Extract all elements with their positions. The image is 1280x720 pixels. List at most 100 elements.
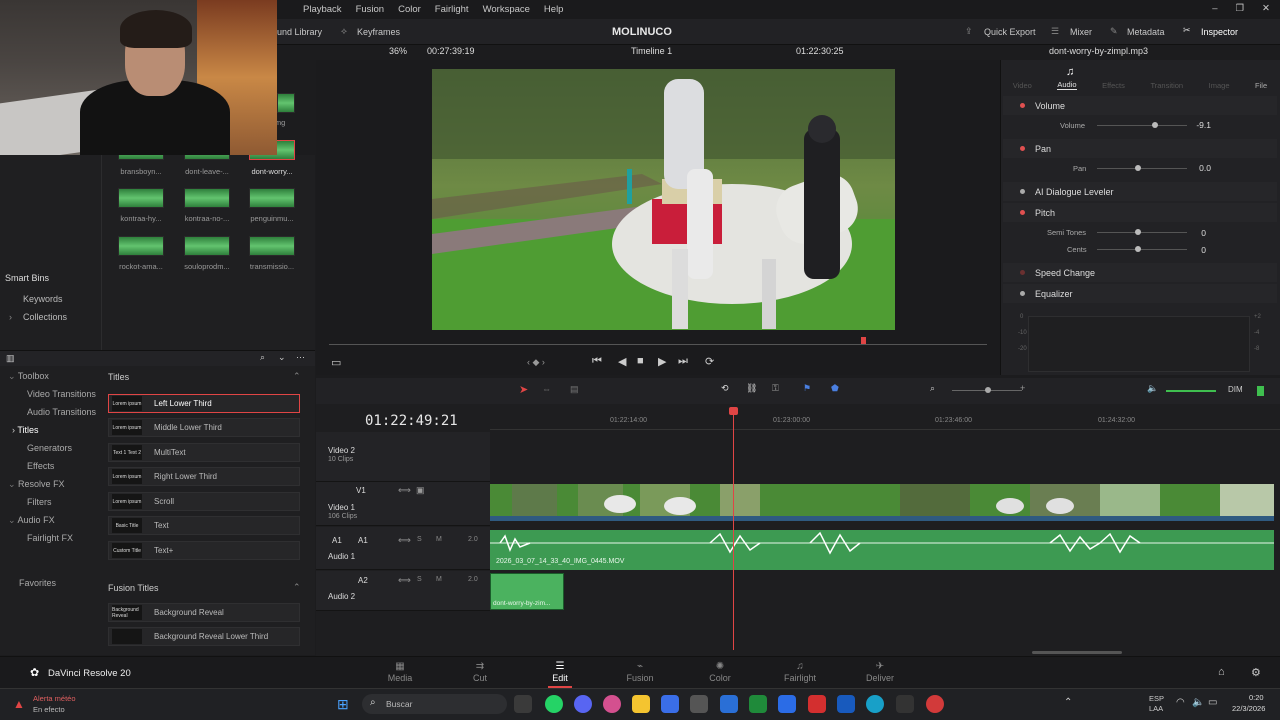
zoom-level[interactable]: 36% xyxy=(389,46,407,56)
menu-workspace[interactable]: Workspace xyxy=(483,4,530,15)
close-icon[interactable]: ✕ xyxy=(1262,3,1270,14)
keyframes-button[interactable]: Keyframes xyxy=(357,27,400,37)
outlook-icon[interactable] xyxy=(778,695,796,713)
chevron-down-icon[interactable]: ⌄ xyxy=(278,352,286,363)
more-icon[interactable]: ⋯ xyxy=(296,352,305,363)
tab-video[interactable]: Video xyxy=(1013,81,1032,90)
zoom-in-icon[interactable]: + xyxy=(1020,383,1025,393)
menu-color[interactable]: Color xyxy=(398,4,421,15)
pan-knob[interactable] xyxy=(1135,165,1141,171)
play-reverse-icon[interactable]: ◀ xyxy=(618,355,626,368)
volume-icon[interactable]: 🔈 xyxy=(1192,697,1204,708)
section-speed-change[interactable]: Speed Change xyxy=(1003,263,1277,282)
pinterest-icon[interactable] xyxy=(808,695,826,713)
discord-icon[interactable] xyxy=(574,695,592,713)
battery-icon[interactable]: ▭ xyxy=(1208,697,1217,708)
audio-clip-a2[interactable]: dont-worry-by-zim... xyxy=(490,573,564,610)
minimize-icon[interactable]: – xyxy=(1212,3,1217,14)
track-header-video1[interactable]: V1 ⟺ ▣ Video 1 106 Clips xyxy=(316,482,490,526)
section-pan[interactable]: Pan xyxy=(1003,139,1277,158)
track-header-audio1[interactable]: A1 A1 ⟺ S M 2.0 Audio 1 xyxy=(316,527,490,570)
playhead-handle[interactable] xyxy=(729,407,738,415)
tab-audio[interactable]: Audio xyxy=(1057,80,1077,90)
tab-file[interactable]: File xyxy=(1255,81,1267,90)
section-volume[interactable]: Volume xyxy=(1003,96,1277,115)
mute-button[interactable]: M xyxy=(436,576,442,583)
loop-icon[interactable]: ⟳ xyxy=(705,355,714,368)
chevron-up-icon[interactable]: ⌃ xyxy=(293,582,301,593)
jog-icon[interactable]: ‹ ◆ › xyxy=(527,357,545,368)
bin-thumb[interactable] xyxy=(249,188,295,208)
video-preview[interactable] xyxy=(432,69,895,330)
effects-tree-item[interactable]: Generators xyxy=(27,443,72,453)
chevron-up-icon[interactable]: ⌃ xyxy=(293,371,301,382)
dim-button[interactable]: DIM xyxy=(1228,385,1243,394)
windows-start-icon[interactable]: ⊞ xyxy=(337,696,349,713)
effects-tree-item[interactable]: Fairlight FX xyxy=(27,533,73,543)
section-ai-dialogue-leveler[interactable]: AI Dialogue Leveler xyxy=(1003,182,1277,201)
cents-knob[interactable] xyxy=(1135,246,1141,252)
cents-value[interactable]: 0 xyxy=(1176,245,1206,255)
quick-export-button[interactable]: Quick Export xyxy=(984,27,1036,37)
davinci-taskbar-icon[interactable] xyxy=(896,695,914,713)
title-item-selected[interactable]: Lorem ipsum Left Lower Third xyxy=(108,394,300,413)
zoom-icon[interactable]: ⌕ xyxy=(930,383,935,394)
bin-thumb-partial[interactable] xyxy=(277,93,295,113)
bin-thumb[interactable] xyxy=(118,188,164,208)
mixer-button[interactable]: Mixer xyxy=(1070,27,1092,37)
pan-slider[interactable] xyxy=(1097,168,1187,169)
effects-tree-item[interactable]: Filters xyxy=(27,497,52,507)
keyframes-icon[interactable]: ⟡ xyxy=(341,26,347,37)
link-icon[interactable]: ⟺ xyxy=(398,535,411,546)
file-explorer-icon[interactable] xyxy=(632,695,650,713)
fusion-title-item[interactable]: Background Reveal Lower Third xyxy=(108,627,300,646)
taskbar-search[interactable]: ⌕ Buscar xyxy=(362,694,507,714)
volume-slider[interactable] xyxy=(1097,125,1187,126)
timeline-ruler[interactable] xyxy=(490,410,1280,430)
xbox-icon[interactable] xyxy=(749,695,767,713)
tab-effects[interactable]: Effects xyxy=(1102,81,1125,90)
scrubber-track[interactable] xyxy=(329,344,987,345)
marker-icon[interactable]: ⬟ xyxy=(831,383,839,394)
title-item[interactable]: Lorem ipsum Scroll xyxy=(108,492,300,511)
page-fairlight[interactable]: ♫ Fairlight xyxy=(770,661,830,683)
play-icon[interactable]: ▶ xyxy=(658,355,666,368)
trim-tool-icon[interactable]: ⇔ xyxy=(542,384,551,394)
speaker-icon[interactable]: 🔈 xyxy=(1147,383,1158,394)
tab-image[interactable]: Image xyxy=(1209,81,1230,90)
page-cut[interactable]: ⇉ Cut xyxy=(450,661,510,683)
settings-icon[interactable]: ⚙ xyxy=(1251,666,1261,679)
section-equalizer[interactable]: Equalizer xyxy=(1003,284,1277,303)
page-color[interactable]: ✺ Color xyxy=(690,661,750,683)
chevron-right-icon[interactable]: › xyxy=(9,312,12,322)
title-item[interactable]: Basic Title Text xyxy=(108,516,300,535)
store-icon[interactable] xyxy=(661,695,679,713)
weather-alert-title[interactable]: Alerta météo xyxy=(33,694,76,703)
stop-icon[interactable]: ■ xyxy=(637,355,644,367)
inspector-button[interactable]: Inspector xyxy=(1201,27,1238,37)
title-item[interactable]: Custom Title Text+ xyxy=(108,541,300,560)
tab-transition[interactable]: Transition xyxy=(1150,81,1183,90)
track-header-video2[interactable]: Video 2 10 Clips xyxy=(316,432,490,482)
monitor-volume-slider[interactable] xyxy=(1166,390,1216,392)
taskview-icon[interactable] xyxy=(514,695,532,713)
page-media[interactable]: ▦ Media xyxy=(370,661,430,683)
effects-tree-item-active[interactable]: › Titles xyxy=(12,425,39,435)
bin-thumb[interactable] xyxy=(249,236,295,256)
wifi-icon[interactable]: ◠ xyxy=(1176,697,1185,708)
semitones-slider[interactable] xyxy=(1097,232,1187,233)
bin-thumb[interactable] xyxy=(184,236,230,256)
metadata-button[interactable]: Metadata xyxy=(1127,27,1165,37)
smart-bin-keywords[interactable]: Keywords xyxy=(23,294,63,304)
effects-tree-item[interactable]: Video Transitions xyxy=(27,389,96,399)
smart-bin-collections[interactable]: Collections xyxy=(23,312,67,322)
photoshop-icon[interactable] xyxy=(720,695,738,713)
lock-icon[interactable]: ⚿ xyxy=(772,383,779,394)
video-clip-strip[interactable] xyxy=(490,484,1274,521)
language-indicator[interactable]: ESP xyxy=(1149,694,1164,703)
title-item[interactable]: Text 1 Text 2 MultiText xyxy=(108,443,300,462)
clock-time[interactable]: 0:20 xyxy=(1249,693,1264,702)
mute-button[interactable]: M xyxy=(436,536,442,543)
sound-library-button[interactable]: und Library xyxy=(277,27,322,37)
record-app-icon[interactable] xyxy=(926,695,944,713)
